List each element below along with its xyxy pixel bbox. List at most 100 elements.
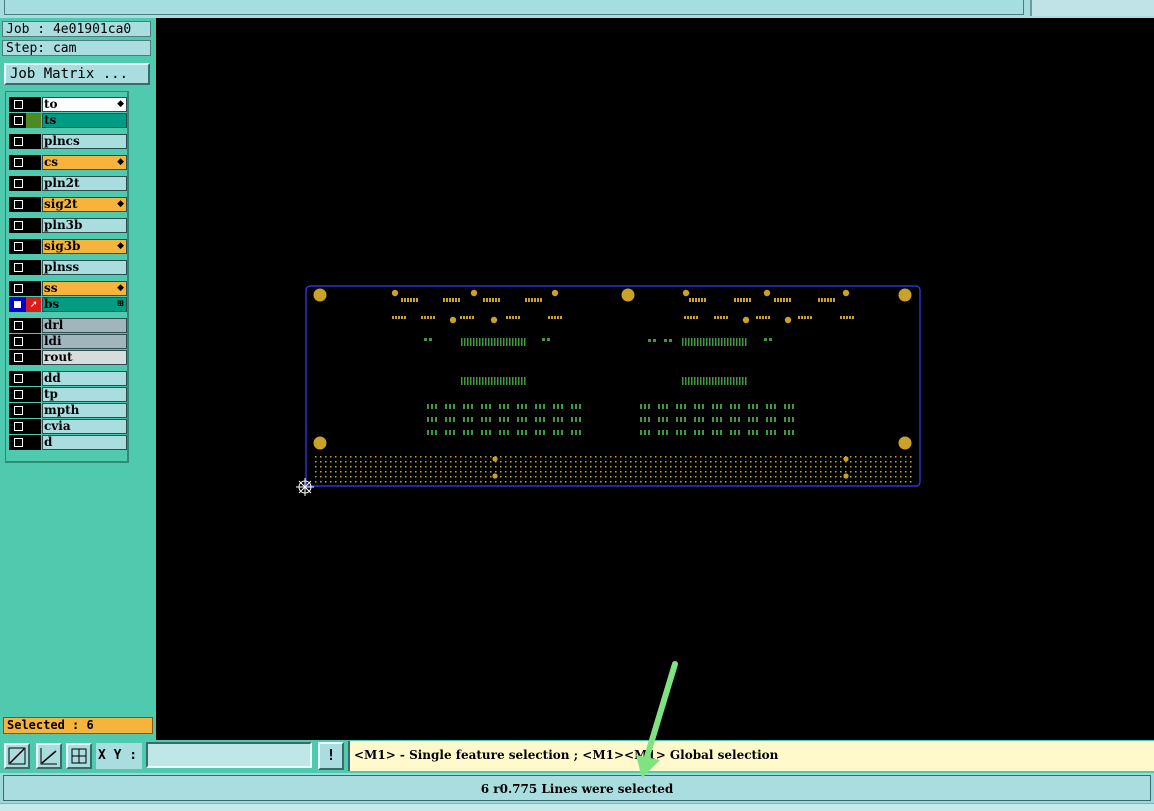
layer-checkbox[interactable] — [9, 297, 26, 312]
layer-checkbox[interactable] — [9, 176, 26, 191]
layer-checkbox[interactable] — [9, 435, 26, 450]
connector-pin — [570, 461, 572, 463]
snap-grid-button[interactable] — [66, 743, 92, 769]
zoom-fit-button[interactable] — [4, 743, 30, 769]
layer-name[interactable]: mpth — [42, 403, 127, 418]
layer-name[interactable]: ss ◆ — [42, 281, 127, 296]
layer-name[interactable]: to ◆ — [42, 97, 127, 112]
exclamation-button[interactable]: ! — [318, 742, 344, 770]
layer-checkbox[interactable] — [9, 387, 26, 402]
layer-color-swatch[interactable] — [26, 239, 41, 254]
layer-row-to[interactable]: to ◆ — [8, 97, 127, 112]
layer-row-cvia[interactable]: cvia — [8, 419, 127, 434]
layer-checkbox[interactable] — [9, 113, 26, 128]
layer-checkbox[interactable] — [9, 155, 26, 170]
layer-name[interactable]: d — [42, 435, 127, 450]
job-matrix-button[interactable]: Job Matrix ... — [4, 63, 150, 85]
layer-checkbox[interactable] — [9, 371, 26, 386]
layer-row-ts[interactable]: ts — [8, 113, 127, 128]
connector-pin — [765, 471, 767, 473]
work-layer-icon[interactable]: ➚ — [26, 297, 41, 312]
connector-pin — [790, 456, 792, 458]
layer-name[interactable]: pln2t — [42, 176, 127, 191]
layer-checkbox[interactable] — [9, 218, 26, 233]
layer-color-swatch[interactable] — [26, 197, 41, 212]
chip-pad — [666, 404, 668, 409]
layer-name[interactable]: cvia — [42, 419, 127, 434]
layer-color-swatch[interactable] — [26, 218, 41, 233]
layer-row-ss[interactable]: ss ◆ — [8, 281, 127, 296]
layer-row-mpth[interactable]: mpth — [8, 403, 127, 418]
connector-pin — [490, 456, 492, 458]
layer-color-swatch[interactable] — [26, 371, 41, 386]
connector-pin — [850, 481, 852, 483]
command-field[interactable] — [4, 0, 1024, 15]
layer-checkbox[interactable] — [9, 197, 26, 212]
layer-color-swatch[interactable] — [26, 419, 41, 434]
layer-checkbox[interactable] — [9, 260, 26, 275]
layer-color-swatch[interactable] — [26, 281, 41, 296]
layer-name[interactable]: tp — [42, 387, 127, 402]
layer-name[interactable]: dd — [42, 371, 127, 386]
layer-row-plncs[interactable]: plncs — [8, 134, 127, 149]
layer-checkbox[interactable] — [9, 239, 26, 254]
layer-row-tp[interactable]: tp — [8, 387, 127, 402]
layer-name[interactable]: plncs — [42, 134, 127, 149]
layer-color-swatch[interactable] — [26, 97, 41, 112]
layer-checkbox[interactable] — [9, 334, 26, 349]
layer-checkbox[interactable] — [9, 350, 26, 365]
layer-row-rout[interactable]: rout — [8, 350, 127, 365]
layer-color-swatch[interactable] — [26, 134, 41, 149]
connector-pin — [345, 461, 347, 463]
layer-row-cs[interactable]: cs ◆ — [8, 155, 127, 170]
layer-name[interactable]: pln3b — [42, 218, 127, 233]
layer-name[interactable]: sig3b ◆ — [42, 239, 127, 254]
layer-row-pln3b[interactable]: pln3b — [8, 218, 127, 233]
layer-name[interactable]: rout — [42, 350, 127, 365]
connector-pin — [380, 456, 382, 458]
layer-color-swatch[interactable] — [26, 387, 41, 402]
layer-name[interactable]: plnss — [42, 260, 127, 275]
ic-pin — [730, 377, 732, 385]
layer-checkbox[interactable] — [9, 134, 26, 149]
layer-row-sig2t[interactable]: sig2t ◆ — [8, 197, 127, 212]
connector-pin — [840, 471, 842, 473]
layer-row-ldi[interactable]: ldi — [8, 334, 127, 349]
layer-row-dd[interactable]: dd — [8, 371, 127, 386]
connector-pin — [325, 471, 327, 473]
layer-name[interactable]: ts — [42, 113, 127, 128]
layer-row-drl[interactable]: drl — [8, 318, 127, 333]
xy-input[interactable] — [146, 742, 312, 768]
layer-color-swatch[interactable] — [26, 155, 41, 170]
layer-color-swatch[interactable] — [26, 334, 41, 349]
layer-color-swatch[interactable] — [26, 176, 41, 191]
connector-pin — [470, 461, 472, 463]
layer-name[interactable]: drl — [42, 318, 127, 333]
layer-checkbox[interactable] — [9, 419, 26, 434]
layer-color-swatch[interactable] — [26, 260, 41, 275]
layer-color-swatch[interactable] — [26, 318, 41, 333]
layer-name[interactable]: ldi — [42, 334, 127, 349]
layer-color-swatch[interactable] — [26, 403, 41, 418]
chip-pad — [489, 430, 491, 435]
layer-checkbox[interactable] — [9, 97, 26, 112]
layer-name[interactable]: sig2t ◆ — [42, 197, 127, 212]
layer-row-d[interactable]: d — [8, 435, 127, 450]
layer-row-bs[interactable]: ➚ bs ⊞ — [8, 297, 127, 312]
layer-name[interactable]: cs ◆ — [42, 155, 127, 170]
measure-button[interactable] — [36, 743, 62, 769]
connector-pin — [660, 471, 662, 473]
layer-color-swatch[interactable] — [26, 435, 41, 450]
smd-pad — [762, 316, 764, 319]
layer-color-swatch[interactable] — [26, 350, 41, 365]
connector-pin — [640, 481, 642, 483]
layer-name[interactable]: bs ⊞ — [42, 297, 127, 312]
layer-checkbox[interactable] — [9, 281, 26, 296]
layer-row-plnss[interactable]: plnss — [8, 260, 127, 275]
layer-color-swatch[interactable] — [26, 113, 41, 128]
layer-row-sig3b[interactable]: sig3b ◆ — [8, 239, 127, 254]
layer-checkbox[interactable] — [9, 318, 26, 333]
graphics-canvas[interactable] — [156, 18, 1154, 740]
layer-row-pln2t[interactable]: pln2t — [8, 176, 127, 191]
layer-checkbox[interactable] — [9, 403, 26, 418]
